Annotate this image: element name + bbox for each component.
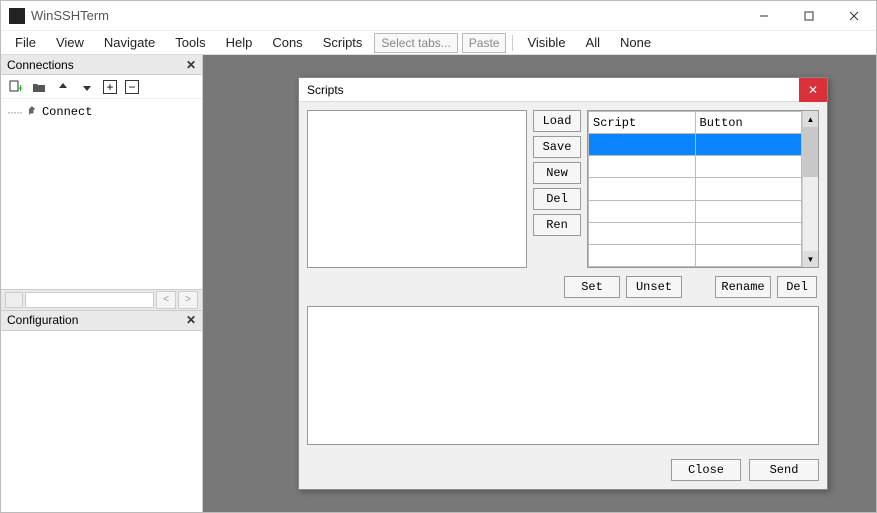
svg-text:+: + — [17, 81, 22, 94]
save-button[interactable]: Save — [533, 136, 581, 158]
menu-none[interactable]: None — [610, 32, 661, 53]
menu-cons[interactable]: Cons — [262, 32, 312, 53]
output-box[interactable] — [307, 306, 819, 445]
scripts-grid-wrap: Script Button ▲ — [587, 110, 819, 268]
nav-box-small[interactable] — [5, 292, 23, 308]
scroll-thumb[interactable] — [803, 127, 818, 177]
expand-icon[interactable]: + — [103, 80, 117, 94]
menu-navigate[interactable]: Navigate — [94, 32, 165, 53]
configuration-panel-header: Configuration ✕ — [1, 311, 202, 331]
minimize-button[interactable] — [741, 1, 786, 31]
menu-select-tabs[interactable]: Select tabs... — [374, 33, 457, 53]
grid-row[interactable] — [589, 200, 802, 222]
scroll-down-icon[interactable]: ▼ — [803, 251, 818, 267]
menu-view[interactable]: View — [46, 32, 94, 53]
window-controls — [741, 1, 876, 31]
grid-scrollbar[interactable]: ▲ ▼ — [802, 111, 818, 267]
workspace: 安下载 anxz.com Scripts ✕ Load Save New Del — [203, 55, 876, 512]
connections-panel-header: Connections ✕ — [1, 55, 202, 75]
menu-separator — [512, 35, 513, 51]
send-button[interactable]: Send — [749, 459, 819, 481]
grid-header: Script Button — [589, 112, 802, 134]
dialog-titlebar: Scripts ✕ — [299, 78, 827, 102]
menu-tools[interactable]: Tools — [165, 32, 215, 53]
folder-icon[interactable] — [31, 79, 47, 95]
tree-root[interactable]: ····· Connect — [7, 103, 196, 120]
connections-tree[interactable]: ····· Connect — [1, 99, 202, 289]
tree-dots: ····· — [7, 105, 22, 119]
configuration-close-icon[interactable]: ✕ — [186, 313, 196, 327]
tree-root-label: Connect — [42, 105, 92, 119]
close-button[interactable] — [831, 1, 876, 31]
menubar: File View Navigate Tools Help Cons Scrip… — [1, 31, 876, 55]
collapse-icon[interactable]: − — [125, 80, 139, 94]
menu-scripts[interactable]: Scripts — [313, 32, 373, 53]
configuration-body — [1, 331, 202, 513]
new-file-icon[interactable]: + — [7, 79, 23, 95]
menu-visible[interactable]: Visible — [517, 32, 575, 53]
rename-button[interactable]: Rename — [715, 276, 771, 298]
scripts-grid[interactable]: Script Button — [588, 111, 802, 267]
col-button[interactable]: Button — [695, 112, 802, 134]
set-button[interactable]: Set — [564, 276, 620, 298]
dialog-body: Load Save New Del Ren Script Button — [299, 102, 827, 453]
nav-next-button[interactable]: > — [178, 291, 198, 309]
script-editor[interactable] — [307, 110, 527, 268]
menu-all[interactable]: All — [576, 32, 610, 53]
maximize-button[interactable] — [786, 1, 831, 31]
dialog-close-button[interactable]: ✕ — [799, 78, 827, 102]
configuration-title: Configuration — [7, 313, 78, 327]
grid-row-selected[interactable] — [589, 134, 802, 156]
titlebar: ​ WinSSHTerm — [1, 1, 876, 31]
dialog-row2: Set Unset Rename Del — [307, 276, 819, 298]
grid-row[interactable] — [589, 244, 802, 266]
script-button-column: Load Save New Del Ren — [533, 110, 581, 268]
menu-file[interactable]: File — [5, 32, 46, 53]
close-button-footer[interactable]: Close — [671, 459, 741, 481]
unset-button[interactable]: Unset — [626, 276, 682, 298]
del-button[interactable]: Del — [533, 188, 581, 210]
connections-close-icon[interactable]: ✕ — [186, 58, 196, 72]
nav-prev-button[interactable]: < — [156, 291, 176, 309]
load-button[interactable]: Load — [533, 110, 581, 132]
nav-box-wide[interactable] — [25, 292, 154, 308]
grid-row[interactable] — [589, 156, 802, 178]
new-button[interactable]: New — [533, 162, 581, 184]
scroll-up-icon[interactable]: ▲ — [803, 111, 818, 127]
grid-row[interactable] — [589, 178, 802, 200]
del2-button[interactable]: Del — [777, 276, 817, 298]
app-icon: ​ — [9, 8, 25, 24]
left-sidebar: Connections ✕ + + − ····· Connect < > C — [1, 55, 203, 512]
connections-title: Connections — [7, 58, 74, 72]
dialog-row1: Load Save New Del Ren Script Button — [307, 110, 819, 268]
up-icon[interactable] — [55, 79, 71, 95]
col-script[interactable]: Script — [589, 112, 696, 134]
grid-row[interactable] — [589, 222, 802, 244]
window-title: WinSSHTerm — [31, 8, 109, 23]
dialog-title: Scripts — [307, 83, 344, 97]
menu-help[interactable]: Help — [216, 32, 263, 53]
connections-toolbar: + + − — [1, 75, 202, 99]
menu-paste[interactable]: Paste — [462, 33, 507, 53]
main-area: Connections ✕ + + − ····· Connect < > C — [1, 55, 876, 512]
down-icon[interactable] — [79, 79, 95, 95]
ren-button[interactable]: Ren — [533, 214, 581, 236]
dialog-footer: Close Send — [299, 453, 827, 489]
scripts-dialog: Scripts ✕ Load Save New Del Ren — [298, 77, 828, 490]
connections-navstrip: < > — [1, 289, 202, 311]
plug-icon — [26, 104, 38, 119]
